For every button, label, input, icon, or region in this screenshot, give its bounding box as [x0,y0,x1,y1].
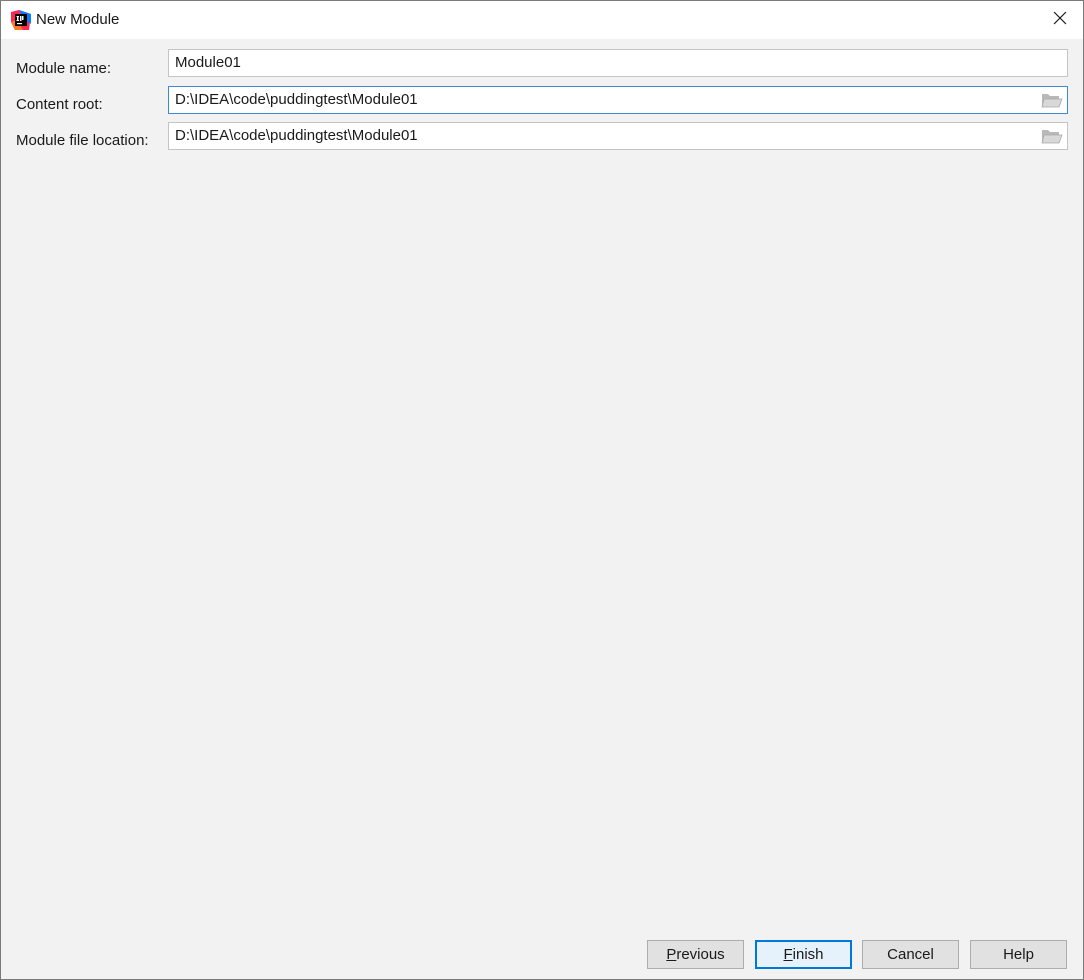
module-name-row: Module name: Module01 [1,49,1083,77]
content-root-row: Content root: D:\IDEA\code\puddingtest\M… [1,86,1083,114]
module-file-location-row: Module file location: D:\IDEA\code\puddi… [1,122,1083,150]
folder-open-icon[interactable] [1041,91,1063,109]
intellij-idea-icon [11,10,31,30]
module-file-location-value: D:\IDEA\code\puddingtest\Module01 [175,127,418,144]
content-root-value: D:\IDEA\code\puddingtest\Module01 [175,91,418,108]
cancel-label: Cancel [887,946,934,963]
content-root-field[interactable]: D:\IDEA\code\puddingtest\Module01 [168,86,1068,114]
close-icon [1053,11,1067,29]
finish-button[interactable]: Finish [755,940,852,969]
module-name-field[interactable]: Module01 [168,49,1068,77]
previous-mnemonic: P [666,946,677,963]
previous-button[interactable]: Previous [647,940,744,969]
module-file-location-label: Module file location: [16,132,149,149]
finish-mnemonic: F [783,946,793,963]
close-button[interactable] [1037,1,1083,39]
content-root-label: Content root: [16,96,103,113]
help-label: Help [1003,946,1034,963]
previous-label-rest: revious [676,946,725,963]
help-button[interactable]: Help [970,940,1067,969]
folder-open-icon[interactable] [1041,127,1063,145]
module-name-value: Module01 [175,54,241,71]
module-file-location-field[interactable]: D:\IDEA\code\puddingtest\Module01 [168,122,1068,150]
title-bar: New Module [1,1,1083,39]
cancel-button[interactable]: Cancel [862,940,959,969]
module-name-label: Module name: [16,60,112,77]
new-module-dialog: New Module Module name: Module01 Content… [0,0,1084,980]
window-title: New Module [36,11,120,28]
finish-label-rest: inish [792,946,824,963]
